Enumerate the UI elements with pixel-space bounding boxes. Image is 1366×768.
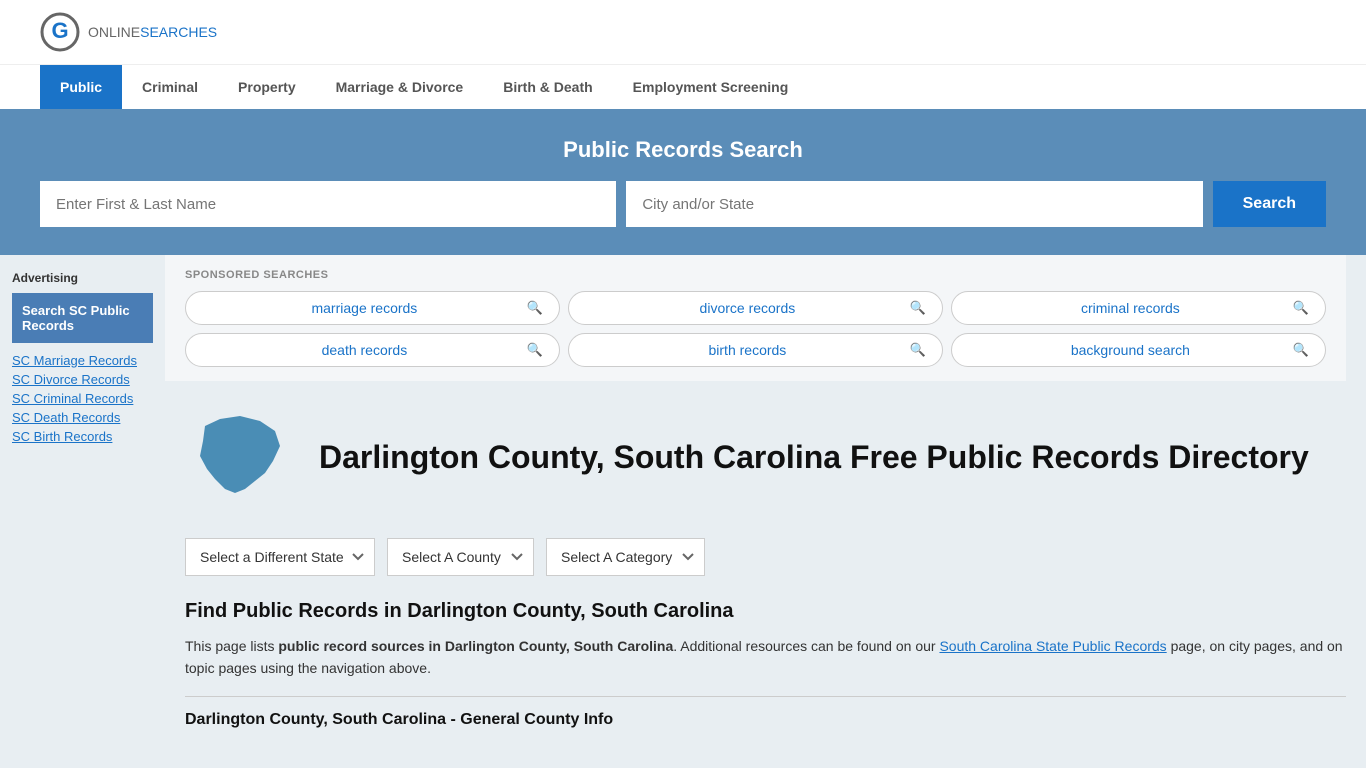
sponsored-item-1[interactable]: divorce records 🔍 <box>568 291 943 325</box>
search-icon-5: 🔍 <box>1293 342 1309 358</box>
dropdown-row: Select a Different State Select A County… <box>185 538 1346 576</box>
nav: Public Criminal Property Marriage & Divo… <box>0 64 1366 109</box>
state-map-container <box>185 401 295 514</box>
find-text: This page lists public record sources in… <box>185 635 1346 680</box>
search-button[interactable]: Search <box>1213 181 1326 227</box>
sponsored-grid: marriage records 🔍 divorce records 🔍 cri… <box>185 291 1326 367</box>
sidebar-ad-label: Advertising <box>12 271 153 285</box>
sponsored-item-text-3: death records <box>202 342 527 358</box>
name-input[interactable] <box>40 181 616 227</box>
location-input[interactable] <box>626 181 1202 227</box>
find-title: Find Public Records in Darlington County… <box>185 600 1346 623</box>
sponsored-item-5[interactable]: background search 🔍 <box>951 333 1326 367</box>
sidebar-link-2[interactable]: SC Criminal Records <box>12 391 153 406</box>
search-icon-3: 🔍 <box>527 342 543 358</box>
sponsored-item-2[interactable]: criminal records 🔍 <box>951 291 1326 325</box>
content: SPONSORED SEARCHES marriage records 🔍 di… <box>165 255 1366 749</box>
find-text-2: . Additional resources can be found on o… <box>673 638 939 654</box>
find-bold: public record sources in Darlington Coun… <box>278 638 673 654</box>
sponsored-item-text-0: marriage records <box>202 300 527 316</box>
sidebar-link-1[interactable]: SC Divorce Records <box>12 372 153 387</box>
county-header: Darlington County, South Carolina Free P… <box>185 401 1346 514</box>
county-dropdown[interactable]: Select A County <box>387 538 534 576</box>
search-icon-0: 🔍 <box>527 300 543 316</box>
find-link[interactable]: South Carolina State Public Records <box>939 638 1166 654</box>
sidebar: Advertising Search SC Public Records SC … <box>0 255 165 749</box>
nav-item-public[interactable]: Public <box>40 65 122 109</box>
page-content: Darlington County, South Carolina Free P… <box>165 381 1346 729</box>
sidebar-ad-box[interactable]: Search SC Public Records <box>12 293 153 343</box>
sidebar-link-3[interactable]: SC Death Records <box>12 410 153 425</box>
find-text-1: This page lists <box>185 638 278 654</box>
logo-icon: G <box>40 12 80 52</box>
sponsored-label: SPONSORED SEARCHES <box>185 269 1326 281</box>
sponsored-item-0[interactable]: marriage records 🔍 <box>185 291 560 325</box>
logo-online: ONLINE <box>88 24 140 40</box>
county-title: Darlington County, South Carolina Free P… <box>319 438 1309 476</box>
nav-item-marriage-divorce[interactable]: Marriage & Divorce <box>316 65 484 109</box>
divider <box>185 696 1346 697</box>
sidebar-link-4[interactable]: SC Birth Records <box>12 429 153 444</box>
search-icon-2: 🔍 <box>1293 300 1309 316</box>
sponsored-item-text-4: birth records <box>585 342 910 358</box>
category-dropdown[interactable]: Select A Category <box>546 538 705 576</box>
section-subtitle: Darlington County, South Carolina - Gene… <box>185 711 1346 729</box>
nav-item-birth-death[interactable]: Birth & Death <box>483 65 612 109</box>
sponsored-item-3[interactable]: death records 🔍 <box>185 333 560 367</box>
sc-state-map <box>185 401 295 511</box>
header: G ONLINESEARCHES <box>0 0 1366 64</box>
main-container: Advertising Search SC Public Records SC … <box>0 255 1366 749</box>
sidebar-link-0[interactable]: SC Marriage Records <box>12 353 153 368</box>
logo-text: ONLINESEARCHES <box>88 24 217 40</box>
search-icon-1: 🔍 <box>910 300 926 316</box>
logo-searches: SEARCHES <box>140 24 217 40</box>
nav-item-criminal[interactable]: Criminal <box>122 65 218 109</box>
search-banner-title: Public Records Search <box>40 137 1326 163</box>
state-dropdown[interactable]: Select a Different State <box>185 538 375 576</box>
sponsored-item-text-5: background search <box>968 342 1293 358</box>
nav-item-employment[interactable]: Employment Screening <box>613 65 809 109</box>
sponsored-item-text-2: criminal records <box>968 300 1293 316</box>
svg-text:G: G <box>51 18 68 43</box>
search-banner: Public Records Search Search <box>0 109 1366 255</box>
search-row: Search <box>40 181 1326 227</box>
nav-item-property[interactable]: Property <box>218 65 316 109</box>
sponsored-section: SPONSORED SEARCHES marriage records 🔍 di… <box>165 255 1346 381</box>
logo[interactable]: G ONLINESEARCHES <box>40 12 217 52</box>
sponsored-item-4[interactable]: birth records 🔍 <box>568 333 943 367</box>
search-icon-4: 🔍 <box>910 342 926 358</box>
sponsored-item-text-1: divorce records <box>585 300 910 316</box>
